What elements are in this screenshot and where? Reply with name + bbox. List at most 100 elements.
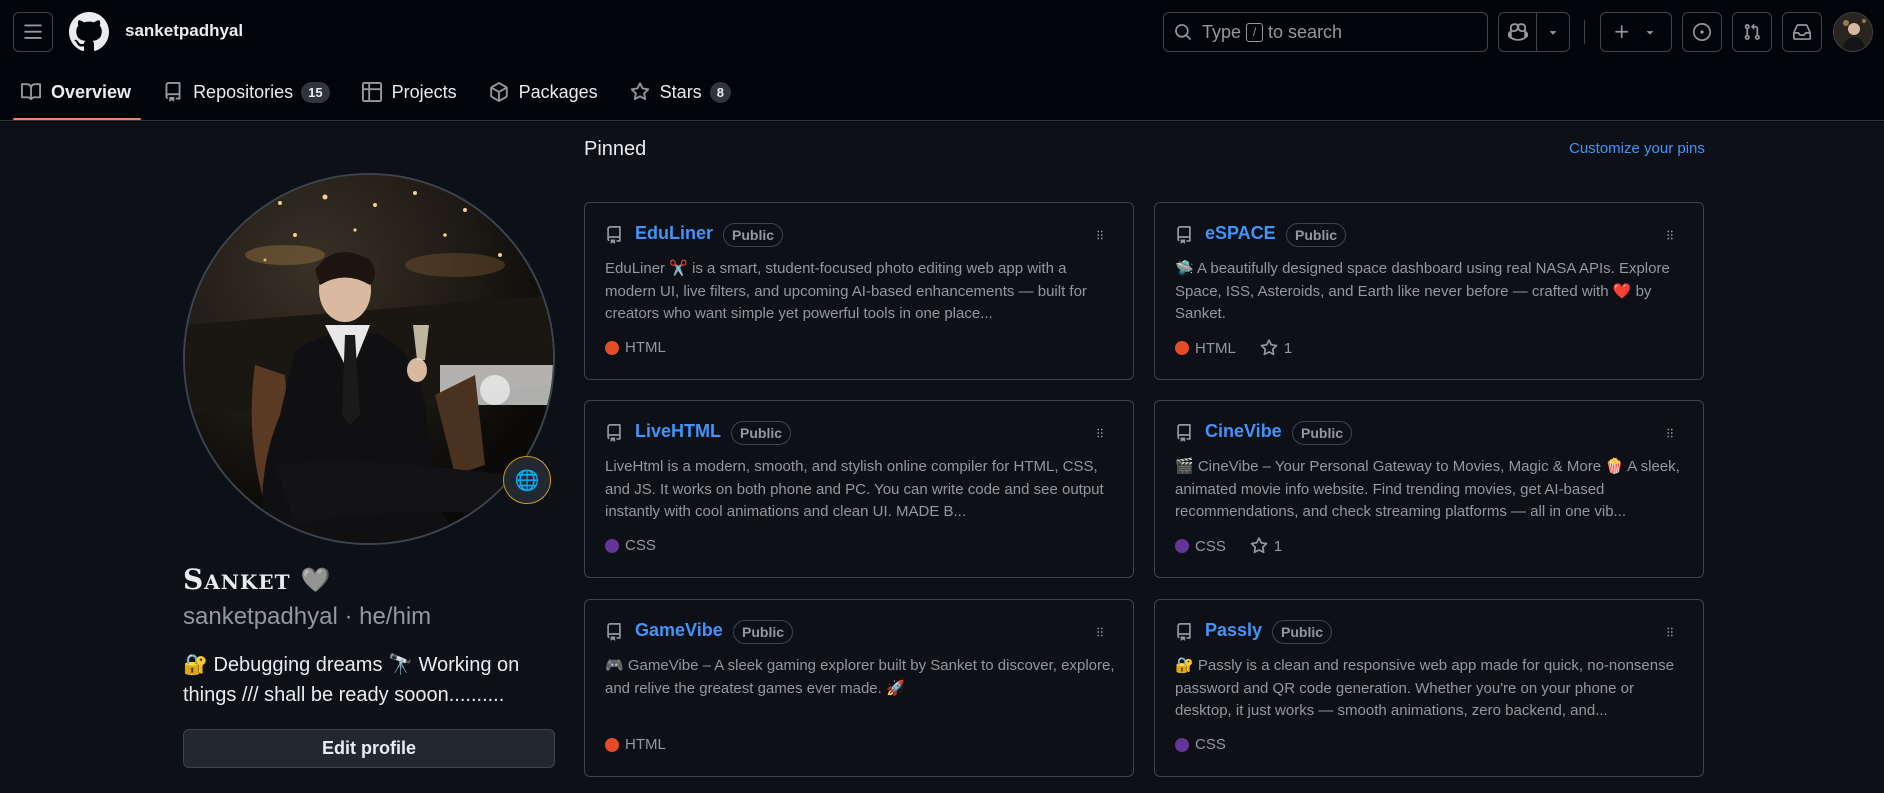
heart-icon: 🩶	[300, 565, 332, 594]
header-separator	[1584, 20, 1585, 44]
status-emoji: 🌐	[514, 469, 540, 492]
status-badge[interactable]: 🌐	[503, 456, 551, 504]
pinned-repo-card: EduLiner Public EduLiner ✂️ is a smart, st…	[584, 202, 1134, 380]
drag-handle-icon[interactable]	[1663, 228, 1677, 242]
visibility-badge: Public	[731, 421, 792, 445]
repo-icon	[605, 226, 623, 244]
repo-language: HTML	[625, 339, 666, 356]
search-placeholder-prefix: Type	[1202, 21, 1242, 42]
language-color-dot	[1175, 539, 1189, 553]
repo-meta: HTML 1	[1175, 339, 1292, 357]
tab-label: Projects	[391, 81, 457, 102]
tab-packages[interactable]: Packages	[481, 72, 608, 112]
pinned-repo-card: Passly Public 🔐 Passly is a clean and resp…	[1154, 599, 1704, 777]
repo-icon	[165, 82, 181, 102]
repo-description: EduLiner ✂️ is a smart, student-focused …	[605, 260, 1087, 322]
git-pull-request-icon	[1744, 23, 1760, 40]
star-icon	[1250, 537, 1268, 555]
visibility-badge: Public	[733, 620, 794, 644]
tab-overview[interactable]: Overview	[13, 72, 142, 120]
repo-meta: CSS 1	[1175, 537, 1282, 555]
visibility-badge: Public	[1286, 223, 1347, 247]
global-header: sanketpadhyal Type / to search Overview …	[0, 0, 1884, 121]
table-icon	[361, 82, 382, 102]
create-new-button[interactable]	[1600, 12, 1672, 52]
repo-meta: CSS	[1175, 736, 1226, 753]
repo-stars[interactable]: 1	[1260, 339, 1292, 357]
search-shortcut-key: /	[1246, 22, 1264, 42]
repo-name-link[interactable]: LiveHTML	[635, 421, 721, 442]
pull-requests-button[interactable]	[1732, 12, 1772, 52]
repo-name-link[interactable]: Passly	[1205, 620, 1262, 641]
context-username[interactable]: sanketpadhyal	[125, 21, 243, 41]
pinned-repo-card: GameVibe Public 🎮 GameVibe – A sleek gamin…	[584, 599, 1134, 777]
pinned-heading: Pinned	[584, 138, 647, 160]
repositories-count-badge: 15	[301, 81, 330, 103]
top-bar: sanketpadhyal Type / to search	[0, 0, 1884, 64]
issues-button[interactable]	[1682, 12, 1722, 52]
visibility-badge: Public	[1292, 421, 1353, 445]
chevron-down-icon[interactable]	[1537, 25, 1569, 39]
search-input[interactable]: Type / to search	[1163, 12, 1488, 52]
pinned-repo-card: eSPACE Public 🛸 A beautifully designed spa…	[1154, 202, 1704, 380]
profile-tabs: Overview Repositories 15 Projects Packag…	[13, 72, 755, 121]
pinned-repo-card: CineVibe Public 🎬 CineVibe – Your Personal…	[1154, 400, 1704, 578]
copilot-icon	[1499, 22, 1536, 42]
menu-button[interactable]	[13, 12, 53, 52]
tab-label: Repositories	[193, 81, 294, 102]
drag-handle-icon[interactable]	[1663, 625, 1677, 639]
repo-language: HTML	[625, 736, 666, 753]
tab-stars[interactable]: Stars 8	[622, 72, 741, 112]
profile-display-name: Sanket 🩶	[183, 563, 331, 596]
language-color-dot	[605, 737, 619, 752]
edit-profile-button[interactable]: Edit profile	[183, 729, 555, 768]
search-placeholder-suffix: to search	[1268, 21, 1343, 42]
repo-icon	[605, 424, 623, 442]
profile-main: 🌐 Sanket 🩶 sanketpadhyal · he/him 🔐 Debu…	[0, 122, 1884, 793]
repo-name-link[interactable]: eSPACE	[1205, 223, 1276, 244]
star-count: 1	[1283, 339, 1293, 357]
repo-description: LiveHtml is a modern, smooth, and stylis…	[605, 458, 1104, 520]
tab-label: Overview	[51, 81, 132, 102]
repo-name-link[interactable]: EduLiner	[635, 223, 713, 244]
hamburger-icon	[24, 24, 42, 39]
tab-label: Packages	[518, 81, 598, 102]
display-name-text: Sanket	[183, 563, 291, 596]
inbox-button[interactable]	[1782, 12, 1822, 52]
language-color-dot	[1175, 737, 1189, 752]
repo-meta: HTML	[605, 339, 666, 356]
star-icon	[630, 82, 649, 101]
github-logo-icon[interactable]	[69, 12, 109, 52]
repo-language: CSS	[1195, 537, 1226, 555]
repo-language: HTML	[1195, 339, 1236, 357]
repo-stars[interactable]: 1	[1250, 537, 1282, 555]
repo-name-link[interactable]: GameVibe	[635, 620, 723, 641]
visibility-badge: Public	[1272, 620, 1333, 644]
tab-repositories[interactable]: Repositories 15	[155, 72, 340, 112]
customize-pins-link[interactable]: Customize your pins	[1569, 140, 1705, 157]
copilot-button[interactable]	[1498, 12, 1570, 52]
repo-meta: CSS	[605, 537, 656, 554]
drag-handle-icon[interactable]	[1663, 426, 1677, 440]
tab-projects[interactable]: Projects	[354, 72, 467, 112]
repo-language: CSS	[1195, 736, 1226, 753]
profile-bio: 🔐 Debugging dreams 🔭 Working on things /…	[183, 654, 520, 706]
drag-handle-icon[interactable]	[1093, 426, 1107, 440]
stars-count-badge: 8	[709, 81, 731, 103]
chevron-down-icon	[1646, 31, 1654, 35]
language-color-dot	[605, 538, 619, 553]
pinned-repo-card: LiveHTML Public LiveHtml is a modern, smoo…	[584, 400, 1134, 578]
repo-name-link[interactable]: CineVibe	[1205, 421, 1282, 442]
drag-handle-icon[interactable]	[1093, 228, 1107, 242]
language-color-dot	[605, 340, 619, 355]
avatar[interactable]	[1833, 12, 1873, 52]
search-icon	[1175, 24, 1191, 40]
repo-icon	[605, 623, 623, 641]
inbox-icon	[1793, 24, 1811, 40]
star-count: 1	[1273, 537, 1283, 555]
repo-icon	[1175, 424, 1193, 442]
drag-handle-icon[interactable]	[1093, 625, 1107, 639]
profile-handle: sanketpadhyal · he/him	[183, 603, 432, 630]
profile-avatar[interactable]	[183, 173, 555, 545]
repo-description: 🎬 CineVibe – Your Personal Gateway to Mo…	[1175, 458, 1680, 520]
